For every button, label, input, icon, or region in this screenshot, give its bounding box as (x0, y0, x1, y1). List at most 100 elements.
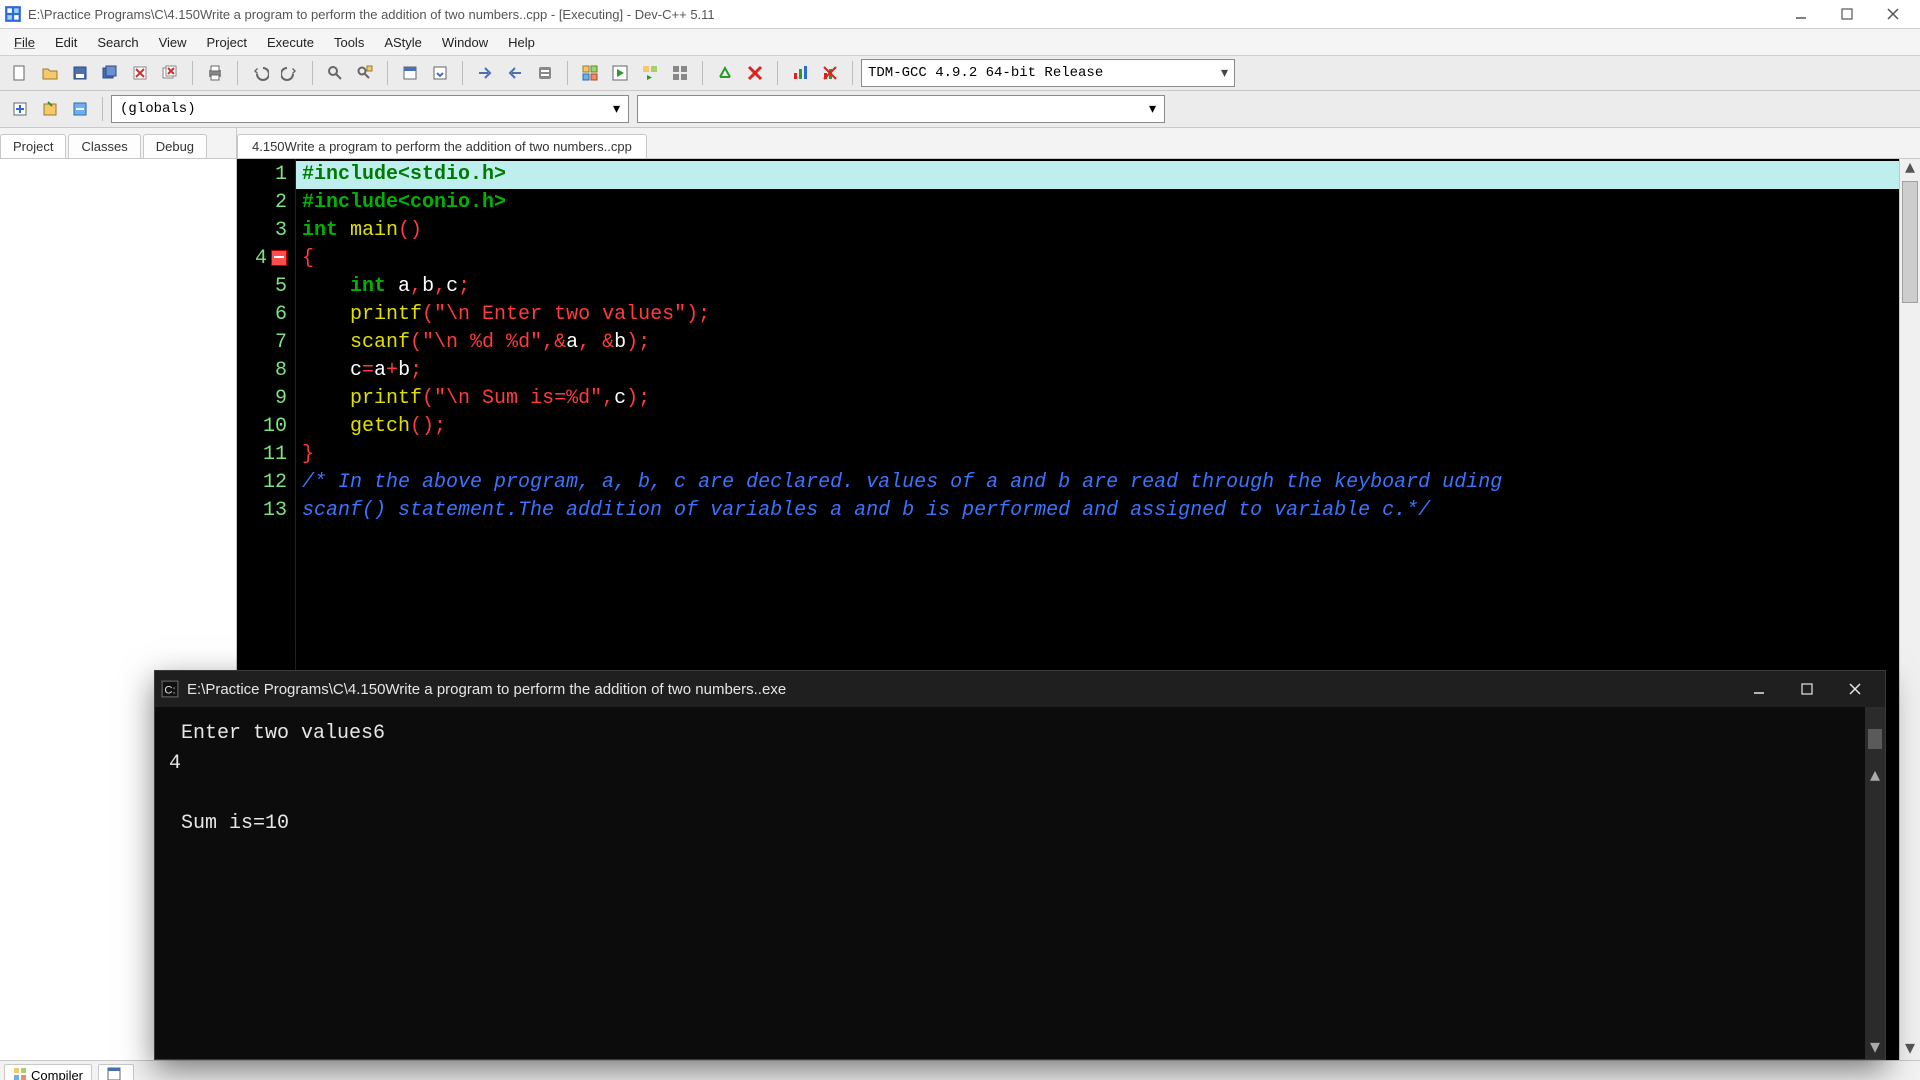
code-line[interactable]: scanf("\n %d %d",&a, &b); (296, 329, 1920, 357)
new-file-button[interactable] (6, 59, 34, 87)
left-tab-debug[interactable]: Debug (143, 134, 207, 158)
code-line[interactable]: } (296, 441, 1920, 469)
scroll-up-icon[interactable] (1900, 159, 1920, 179)
window-title: E:\Practice Programs\C\4.150Write a prog… (28, 7, 715, 22)
debug-button[interactable] (711, 59, 739, 87)
menu-execute[interactable]: Execute (257, 33, 324, 52)
menu-search[interactable]: Search (87, 33, 148, 52)
scroll-up-icon[interactable] (1865, 767, 1885, 787)
code-line[interactable]: /* In the above program, a, b, c are dec… (296, 469, 1920, 497)
code-line[interactable]: int main() (296, 217, 1920, 245)
code-line[interactable]: #include<conio.h> (296, 189, 1920, 217)
line-number: 3 (243, 217, 287, 245)
menu-project[interactable]: Project (197, 33, 257, 52)
code-line[interactable]: printf("\n Enter two values"); (296, 301, 1920, 329)
maximize-button[interactable] (1824, 0, 1870, 28)
app-icon (4, 5, 22, 23)
code-line[interactable]: { (296, 245, 1920, 273)
bottom-panel: Compiler Abort Compil Shorten compil (0, 1060, 1920, 1080)
print-button[interactable] (201, 59, 229, 87)
compile-run-button[interactable] (636, 59, 664, 87)
menu-window[interactable]: Window (432, 33, 498, 52)
left-tab-classes[interactable]: Classes (68, 134, 140, 158)
bottom-tab-compiler[interactable]: Compiler (4, 1064, 92, 1080)
menu-view[interactable]: View (149, 33, 197, 52)
goto-bookmark-button[interactable] (426, 59, 454, 87)
compiler-select[interactable]: TDM-GCC 4.9.2 64-bit Release (861, 59, 1235, 87)
scope-select-value: (globals) (120, 101, 196, 117)
left-tab-project[interactable]: Project (0, 134, 66, 158)
document-tab-active[interactable]: 4.150Write a program to perform the addi… (237, 134, 647, 158)
code-line[interactable]: getch(); (296, 413, 1920, 441)
replace-button[interactable] (351, 59, 379, 87)
code-line[interactable]: #include<stdio.h> (296, 161, 1920, 189)
menu-edit[interactable]: Edit (45, 33, 87, 52)
delete-profile-button[interactable] (816, 59, 844, 87)
close-all-button[interactable] (156, 59, 184, 87)
profile-button[interactable] (786, 59, 814, 87)
line-number: 8 (243, 357, 287, 385)
console-output[interactable]: Enter two values6 4 Sum is=10 (155, 707, 1885, 1059)
toggle-bookmark-button[interactable] (396, 59, 424, 87)
close-button[interactable] (1870, 0, 1916, 28)
remove-from-project-button[interactable] (66, 95, 94, 123)
minimize-button[interactable] (1778, 0, 1824, 28)
rebuild-button[interactable] (666, 59, 694, 87)
code-line[interactable]: printf("\n Sum is=%d",c); (296, 385, 1920, 413)
close-file-button[interactable] (126, 59, 154, 87)
scroll-down-icon[interactable] (1900, 1040, 1920, 1060)
bottom-tabs: Compiler (0, 1061, 1920, 1080)
code-line[interactable]: int a,b,c; (296, 273, 1920, 301)
editor-scrollbar[interactable] (1899, 159, 1920, 1060)
line-number: 10 (243, 413, 287, 441)
chevron-down-icon (1149, 101, 1156, 118)
scroll-down-icon[interactable] (1865, 1039, 1885, 1059)
fold-marker-icon[interactable] (271, 250, 287, 266)
scroll-thumb[interactable] (1868, 729, 1882, 749)
code-line[interactable]: c=a+b; (296, 357, 1920, 385)
undo-button[interactable] (246, 59, 274, 87)
run-button[interactable] (606, 59, 634, 87)
left-panel-tabs: Project Classes Debug (0, 128, 236, 159)
chevron-down-icon (1221, 65, 1228, 82)
compile-button[interactable] (576, 59, 604, 87)
add-to-project-button[interactable] (36, 95, 64, 123)
line-number: 12 (243, 469, 287, 497)
console-titlebar[interactable]: C: E:\Practice Programs\C\4.150Write a p… (155, 671, 1885, 707)
svg-text:C:: C: (164, 685, 175, 697)
find-button[interactable] (321, 59, 349, 87)
menu-help[interactable]: Help (498, 33, 545, 52)
titlebar: E:\Practice Programs\C\4.150Write a prog… (0, 0, 1920, 29)
console-window[interactable]: C: E:\Practice Programs\C\4.150Write a p… (154, 670, 1886, 1060)
line-number: 11 (243, 441, 287, 469)
menu-astyle[interactable]: AStyle (374, 33, 432, 52)
line-number: 7 (243, 329, 287, 357)
redo-button[interactable] (276, 59, 304, 87)
insert-button[interactable] (531, 59, 559, 87)
goto-line-button[interactable] (471, 59, 499, 87)
stop-button[interactable] (741, 59, 769, 87)
code-line[interactable]: scanf() statement.The addition of variab… (296, 497, 1920, 525)
member-select[interactable] (637, 95, 1165, 123)
scope-select[interactable]: (globals) (111, 95, 629, 123)
save-button[interactable] (66, 59, 94, 87)
menubar: File Edit Search View Project Execute To… (0, 29, 1920, 56)
line-number: 9 (243, 385, 287, 413)
menu-file[interactable]: File (4, 33, 45, 52)
goto-back-button[interactable] (501, 59, 529, 87)
bottom-tab-compiler-label: Compiler (31, 1068, 83, 1080)
chevron-down-icon (613, 101, 620, 118)
scroll-thumb[interactable] (1902, 181, 1918, 303)
console-close-button[interactable] (1831, 671, 1879, 707)
menu-tools[interactable]: Tools (324, 33, 374, 52)
save-all-button[interactable] (96, 59, 124, 87)
console-minimize-button[interactable] (1735, 671, 1783, 707)
console-scrollbar[interactable] (1865, 707, 1885, 1059)
bottom-tab-resources[interactable] (98, 1064, 134, 1080)
compiler-select-value: TDM-GCC 4.9.2 64-bit Release (868, 65, 1103, 81)
line-number: 6 (243, 301, 287, 329)
grid-icon (13, 1067, 27, 1080)
new-project-button[interactable] (6, 95, 34, 123)
console-maximize-button[interactable] (1783, 671, 1831, 707)
open-file-button[interactable] (36, 59, 64, 87)
